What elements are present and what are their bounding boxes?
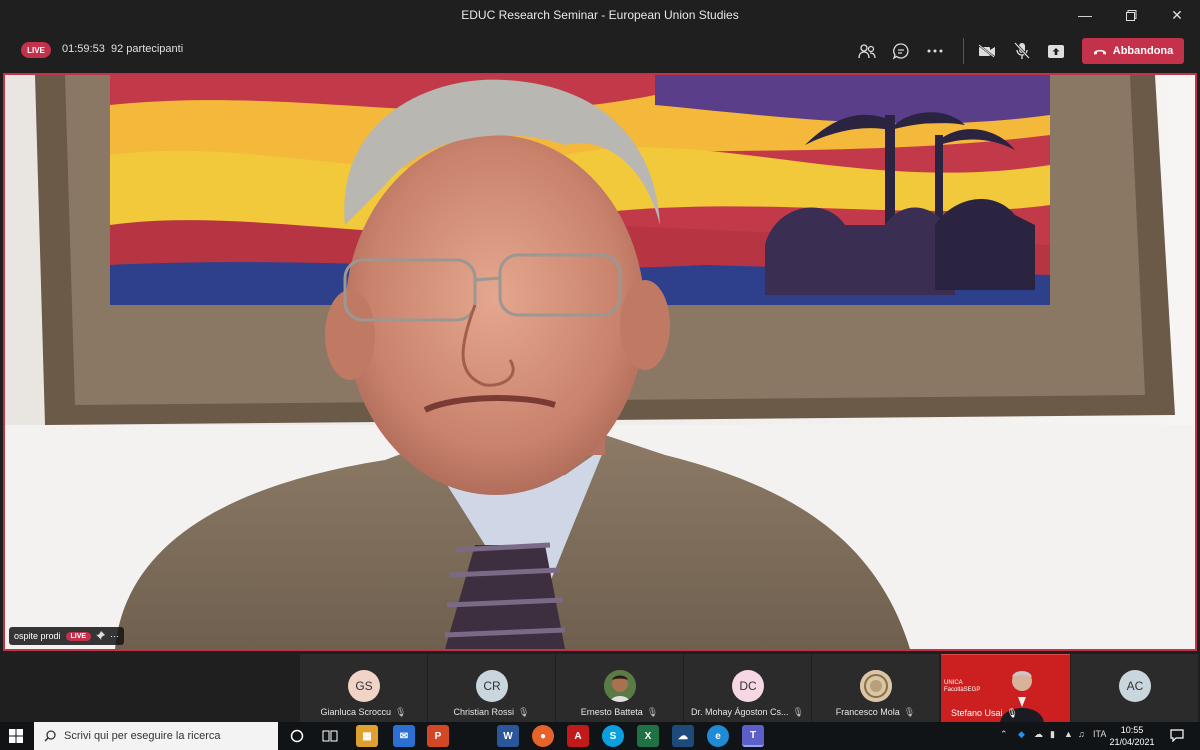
- taskbar-search-box[interactable]: Scrivi qui per eseguire la ricerca: [34, 722, 278, 750]
- task-view-icon[interactable]: [322, 729, 338, 748]
- language-indicator[interactable]: ITA: [1093, 729, 1106, 739]
- system-clock[interactable]: 10:55 21/04/2021: [1108, 724, 1156, 748]
- battery-icon[interactable]: ▮: [1050, 729, 1055, 740]
- wifi-icon[interactable]: ▲: [1064, 729, 1073, 739]
- volume-icon[interactable]: ♫: [1078, 729, 1085, 739]
- cortana-icon[interactable]: [290, 729, 304, 748]
- participant-name: Ernesto Batteta: [580, 707, 643, 717]
- participant-name-row: Dr. Mohay Ágoston Cs... 🎙: [684, 707, 811, 718]
- powerpoint-app-icon[interactable]: P: [427, 725, 449, 747]
- speaker-more-icon[interactable]: ···: [110, 631, 119, 641]
- leave-button[interactable]: Abbandona: [1082, 38, 1184, 64]
- minimize-icon[interactable]: —: [1062, 0, 1108, 30]
- participant-name: Francesco Mola: [835, 707, 900, 717]
- participant-video-tile[interactable]: UNICA FacoltàSEGP Stefano Usai 🎙: [941, 654, 1070, 723]
- mic-off-icon: 🎙: [395, 707, 407, 717]
- participant-name-row: Christian Rossi 🎙: [428, 707, 555, 718]
- share-icon[interactable]: [1043, 38, 1069, 64]
- participant-tile[interactable]: CR Christian Rossi 🎙: [428, 654, 555, 722]
- mic-off-icon: 🎙: [518, 707, 530, 717]
- clock-time: 10:55: [1120, 725, 1144, 735]
- phone-hangup-icon: [1093, 50, 1106, 55]
- cloud-icon[interactable]: ☁: [1034, 729, 1043, 740]
- speaker-name: ospite prodi: [14, 631, 61, 641]
- mail-app-icon[interactable]: ✉: [393, 725, 415, 747]
- avatar: GS: [348, 670, 380, 702]
- university-logo: UNICA FacoltàSEGP: [944, 680, 980, 694]
- mic-off-icon: 🎙: [903, 707, 916, 717]
- more-icon[interactable]: [922, 38, 948, 64]
- participant-tile[interactable]: AC: [1071, 654, 1198, 722]
- participants-icon[interactable]: [854, 38, 880, 64]
- clock-date: 21/04/2021: [1109, 737, 1155, 747]
- meeting-toolbar: LIVE 01:59:53 92 partecipanti Abbandona: [0, 30, 1200, 72]
- leave-label: Abbandona: [1112, 45, 1174, 57]
- mic-off-icon: 🎙: [792, 707, 804, 717]
- participant-name: Stefano Usai: [951, 708, 1003, 718]
- edge-app-icon[interactable]: e: [707, 725, 729, 747]
- skype-app-icon[interactable]: S: [602, 725, 624, 747]
- speaker-name-tag: ospite prodi LIVE ···: [9, 627, 125, 645]
- logo-text: UNICA: [944, 680, 963, 686]
- participant-tile[interactable]: GS Gianluca Scroccu 🎙: [300, 654, 427, 722]
- avatar: CR: [476, 670, 508, 702]
- participant-name-row: Ernesto Batteta 🎙: [556, 707, 683, 718]
- onedrive-app-icon[interactable]: ☁: [672, 725, 694, 747]
- teams-app-icon[interactable]: T: [742, 725, 764, 747]
- participant-name: Dr. Mohay Ágoston Cs...: [691, 707, 789, 717]
- window-title: EDUC Research Seminar - European Union S…: [461, 8, 739, 22]
- main-video[interactable]: [3, 73, 1197, 651]
- participant-name-row: Francesco Mola 🎙: [812, 707, 939, 718]
- speaker-video-frame: [5, 75, 1195, 649]
- close-icon[interactable]: ✕: [1154, 0, 1200, 30]
- participant-name-row: Gianluca Scroccu 🎙: [300, 707, 427, 718]
- participant-name-row: Stefano Usai 🎙: [941, 708, 1070, 719]
- word-app-icon[interactable]: W: [497, 725, 519, 747]
- avatar: AC: [1119, 670, 1151, 702]
- toolbar-divider: [963, 38, 964, 64]
- avatar-photo: [860, 670, 892, 702]
- mic-off-icon[interactable]: [1009, 38, 1035, 64]
- store-app-icon[interactable]: ▦: [356, 725, 378, 747]
- mic-off-icon: 🎙: [646, 707, 659, 717]
- chevron-up-icon[interactable]: ⌃: [1000, 729, 1008, 740]
- participant-tile[interactable]: Ernesto Batteta 🎙: [556, 654, 683, 722]
- pin-icon[interactable]: [96, 630, 106, 642]
- participant-tile[interactable]: DC Dr. Mohay Ágoston Cs... 🎙: [684, 654, 811, 722]
- avatar: DC: [732, 670, 764, 702]
- dropbox-icon[interactable]: ◆: [1018, 729, 1025, 740]
- camera-off-icon[interactable]: [974, 38, 1000, 64]
- speaker-live-badge: LIVE: [65, 631, 92, 641]
- participant-name: Gianluca Scroccu: [320, 707, 392, 717]
- maximize-icon[interactable]: [1108, 0, 1154, 30]
- search-icon: [44, 730, 56, 742]
- participant-strip: GS Gianluca Scroccu 🎙 CR Christian Rossi 🎙…: [0, 654, 1200, 723]
- participant-count: 92 partecipanti: [111, 43, 184, 55]
- chat-icon[interactable]: [888, 38, 914, 64]
- logo-subtext: FacoltàSEGP: [944, 687, 981, 693]
- search-placeholder: Scrivi qui per eseguire la ricerca: [64, 730, 221, 742]
- acrobat-app-icon[interactable]: A: [567, 725, 589, 747]
- title-bar: EDUC Research Seminar - European Union S…: [0, 0, 1200, 30]
- firefox-app-icon[interactable]: ●: [532, 725, 554, 747]
- excel-app-icon[interactable]: X: [637, 725, 659, 747]
- participant-tile[interactable]: Francesco Mola 🎙: [812, 654, 939, 722]
- notifications-icon[interactable]: [1170, 729, 1184, 747]
- participant-name: Christian Rossi: [453, 707, 515, 717]
- mic-off-icon: 🎙: [1006, 708, 1018, 718]
- avatar-photo: [604, 670, 636, 702]
- windows-taskbar: Scrivi qui per eseguire la ricerca ▦ ✉ P…: [0, 722, 1200, 750]
- elapsed-time: 01:59:53: [62, 43, 105, 55]
- windows-start-icon[interactable]: [9, 729, 23, 748]
- live-badge: LIVE: [21, 42, 51, 58]
